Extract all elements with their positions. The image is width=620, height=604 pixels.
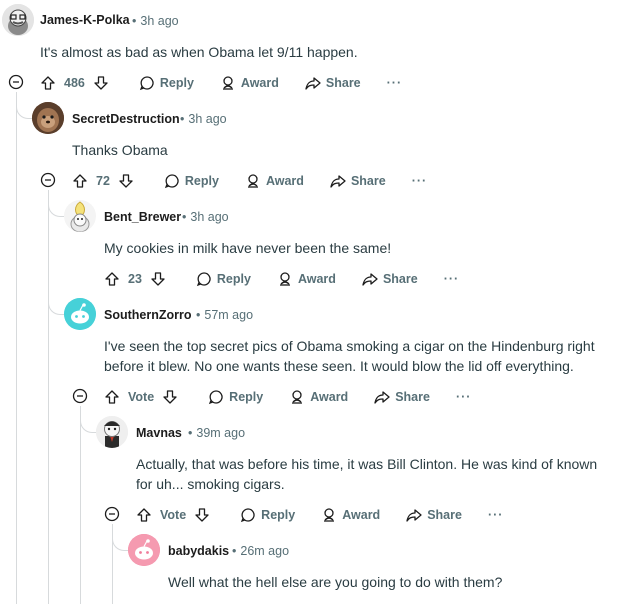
collapse-icon[interactable] <box>104 506 120 522</box>
award-button[interactable]: Award <box>220 75 279 91</box>
comment-body: Thanks Obama <box>72 142 168 158</box>
share-button[interactable]: Share <box>330 173 386 189</box>
share-icon <box>406 509 422 522</box>
comment-bubble-icon <box>209 390 223 405</box>
vote-label: Vote <box>160 508 187 522</box>
comment-body: Actually, that was before his time, it w… <box>136 456 598 492</box>
timestamp: • 3h ago <box>182 210 229 224</box>
avatar[interactable] <box>2 4 34 36</box>
timestamp: • 39m ago <box>188 426 246 440</box>
username[interactable]: Bent_Brewer <box>104 210 181 224</box>
avatar[interactable] <box>128 534 160 566</box>
share-icon <box>330 175 346 188</box>
timestamp: • 3h ago <box>180 112 227 126</box>
default-snoo-icon <box>64 298 96 330</box>
share-button[interactable]: Share <box>362 271 418 287</box>
downvote-icon[interactable] <box>118 173 134 189</box>
snoo-avatar-icon <box>2 4 34 36</box>
comment-actions: 72 Reply Award Share ··· <box>72 170 427 192</box>
award-icon <box>279 272 290 286</box>
upvote-icon[interactable] <box>104 271 120 287</box>
reply-button[interactable]: Reply <box>139 75 194 91</box>
comment-bubble-icon <box>139 76 154 91</box>
comment-body: It's almost as bad as when Obama let 9/1… <box>40 44 358 60</box>
username[interactable]: James-K-Polka <box>40 13 130 27</box>
collapse-icon[interactable] <box>8 74 24 90</box>
share-button[interactable]: Share <box>406 507 462 523</box>
default-snoo-icon <box>128 534 160 566</box>
avatar[interactable] <box>32 102 64 134</box>
thread-line <box>16 92 17 604</box>
comment-actions: Vote Reply Award Share ··· <box>104 386 471 408</box>
username[interactable]: Mavnas <box>136 426 182 440</box>
comment-actions: 23 Reply Award Share ··· <box>104 268 459 290</box>
downvote-icon[interactable] <box>194 507 210 523</box>
award-icon <box>222 76 233 90</box>
more-options-button[interactable]: ··· <box>412 174 428 188</box>
share-button[interactable]: Share <box>305 75 361 91</box>
share-icon <box>305 77 321 90</box>
award-icon <box>247 174 258 188</box>
award-button[interactable]: Award <box>289 389 348 405</box>
avatar[interactable] <box>64 298 96 330</box>
thread-elbow <box>80 412 97 433</box>
more-options-button[interactable]: ··· <box>387 76 403 90</box>
award-button[interactable]: Award <box>277 271 336 287</box>
award-button[interactable]: Award <box>245 173 304 189</box>
thread-line <box>80 406 81 604</box>
comment-bubble-icon <box>164 174 179 189</box>
comment-bubble-icon <box>196 272 211 287</box>
avatar[interactable] <box>96 416 128 448</box>
downvote-icon[interactable] <box>162 389 178 405</box>
upvote-icon[interactable] <box>40 75 56 91</box>
vote-count: 486 <box>64 76 85 90</box>
username[interactable]: SouthernZorro <box>104 308 192 322</box>
snoo-avatar-icon <box>96 416 128 448</box>
thread-elbow <box>48 200 65 315</box>
reply-button[interactable]: Reply <box>240 507 295 523</box>
reply-button[interactable]: Reply <box>164 173 219 189</box>
downvote-icon[interactable] <box>93 75 109 91</box>
more-options-button[interactable]: ··· <box>456 390 472 404</box>
comment-body: I've seen the top secret pics of Obama s… <box>104 338 595 374</box>
share-button[interactable]: Share <box>374 389 430 405</box>
downvote-icon[interactable] <box>150 271 166 287</box>
dog-avatar-icon <box>32 102 64 134</box>
vote-count: 23 <box>128 272 142 286</box>
comment-actions: Vote Reply Award Share ··· <box>136 504 503 526</box>
reply-button[interactable]: Reply <box>196 271 251 287</box>
upvote-icon[interactable] <box>104 389 120 405</box>
share-icon <box>374 391 390 404</box>
timestamp: • 3h ago <box>132 14 179 28</box>
snoo-avatar-icon <box>64 200 96 232</box>
upvote-icon[interactable] <box>72 173 88 189</box>
timestamp: • 57m ago <box>196 308 254 322</box>
username[interactable]: babydakis <box>168 544 229 558</box>
comment-actions: 486 Reply Award Share ··· <box>40 72 402 94</box>
award-icon <box>324 508 335 522</box>
avatar[interactable] <box>64 200 96 232</box>
award-button[interactable]: Award <box>321 507 380 523</box>
upvote-icon[interactable] <box>136 507 152 523</box>
collapse-icon[interactable] <box>72 388 88 404</box>
comment-bubble-icon <box>241 508 255 523</box>
thread-elbow <box>112 530 129 551</box>
collapse-icon[interactable] <box>40 172 56 188</box>
thread-elbow <box>16 100 33 119</box>
vote-label: Vote <box>128 390 155 404</box>
share-icon <box>362 273 378 286</box>
username[interactable]: SecretDestruction <box>72 112 180 126</box>
comment-body: Well what the hell else are you going to… <box>168 574 503 590</box>
comment-body: My cookies in milk have never been the s… <box>104 240 392 256</box>
vote-count: 72 <box>96 174 110 188</box>
more-options-button[interactable]: ··· <box>444 272 460 286</box>
reply-button[interactable]: Reply <box>208 389 263 405</box>
more-options-button[interactable]: ··· <box>488 508 504 522</box>
award-icon <box>292 390 303 404</box>
timestamp: • 26m ago <box>232 544 290 558</box>
